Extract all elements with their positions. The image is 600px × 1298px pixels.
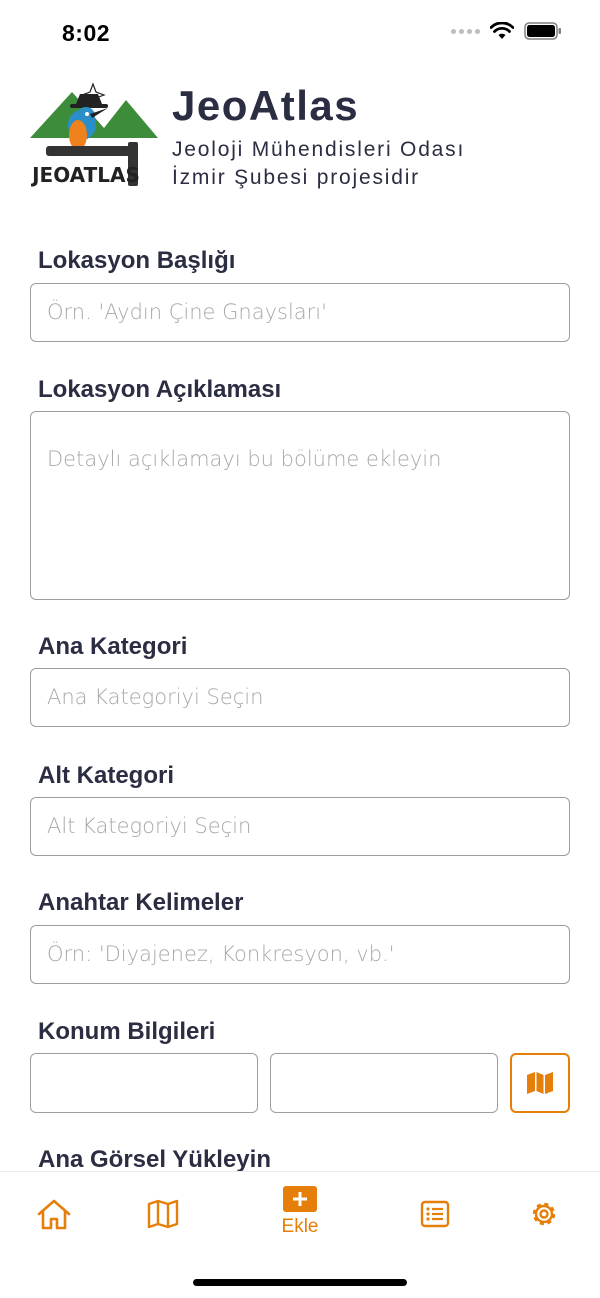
tab-add-label: Ekle: [281, 1216, 319, 1237]
map-icon: [527, 1072, 553, 1094]
keywords-placeholder: Örn: 'Diyajenez, Konkresyon, vb.': [47, 942, 395, 966]
pick-on-map-button[interactable]: [510, 1053, 570, 1113]
latitude-input[interactable]: [30, 1053, 258, 1113]
battery-icon: [524, 22, 561, 40]
app-subtitle-line2: İzmir Şubesi projesidir: [172, 166, 420, 189]
app-subtitle-line1: Jeoloji Mühendisleri Odası: [172, 138, 466, 161]
title-placeholder: Örn. 'Aydın Çine Gnaysları': [47, 300, 327, 324]
sub-category-placeholder: Alt Kategoriyi Seçin: [47, 814, 252, 838]
description-label: Lokasyon Açıklaması: [38, 376, 282, 403]
gear-icon: [532, 1202, 556, 1226]
home-icon: [37, 1199, 71, 1230]
location-label: Konum Bilgileri: [38, 1018, 216, 1045]
status-icons: [451, 22, 562, 40]
description-placeholder: Detaylı açıklamayı bu bölüme ekleyin: [47, 447, 442, 471]
tab-list[interactable]: [413, 1192, 457, 1236]
main-category-placeholder: Ana Kategoriyi Seçin: [47, 685, 264, 709]
status-time: 8:02: [62, 20, 111, 46]
description-textarea[interactable]: Detaylı açıklamayı bu bölüme ekleyin: [30, 411, 570, 600]
app-title: JeoAtlas: [172, 82, 360, 129]
main-category-label: Ana Kategori: [38, 633, 188, 660]
svg-text:JEOATLAS: JEOATLAS: [30, 163, 140, 187]
sub-category-label: Alt Kategori: [38, 762, 175, 789]
keywords-input[interactable]: Örn: 'Diyajenez, Konkresyon, vb.': [30, 925, 570, 984]
keywords-label: Anahtar Kelimeler: [38, 889, 244, 916]
main-category-select[interactable]: Ana Kategoriyi Seçin: [30, 668, 570, 727]
title-label: Lokasyon Başlığı: [38, 247, 236, 274]
tab-settings[interactable]: [522, 1192, 566, 1236]
image-upload-label: Ana Görsel Yükleyin: [38, 1146, 271, 1173]
cellular-signal-icon: [451, 28, 480, 34]
longitude-input[interactable]: [270, 1053, 498, 1113]
title-input[interactable]: Örn. 'Aydın Çine Gnaysları': [30, 283, 570, 342]
add-icon: [283, 1186, 317, 1212]
map-outline-icon: [147, 1199, 179, 1229]
jeoatlas-logo: JEOATLAS: [30, 82, 158, 187]
status-bar: 8:02: [0, 0, 600, 66]
app-header: JEOATLAS JeoAtlas Jeoloji Mühendisleri O…: [30, 80, 570, 195]
wifi-icon: [490, 22, 514, 39]
sub-category-select[interactable]: Alt Kategoriyi Seçin: [30, 797, 570, 856]
tab-map[interactable]: [141, 1192, 185, 1236]
tab-add[interactable]: Ekle: [270, 1186, 330, 1238]
list-icon: [420, 1200, 450, 1228]
tab-home[interactable]: [32, 1192, 76, 1236]
home-indicator: [193, 1279, 407, 1286]
